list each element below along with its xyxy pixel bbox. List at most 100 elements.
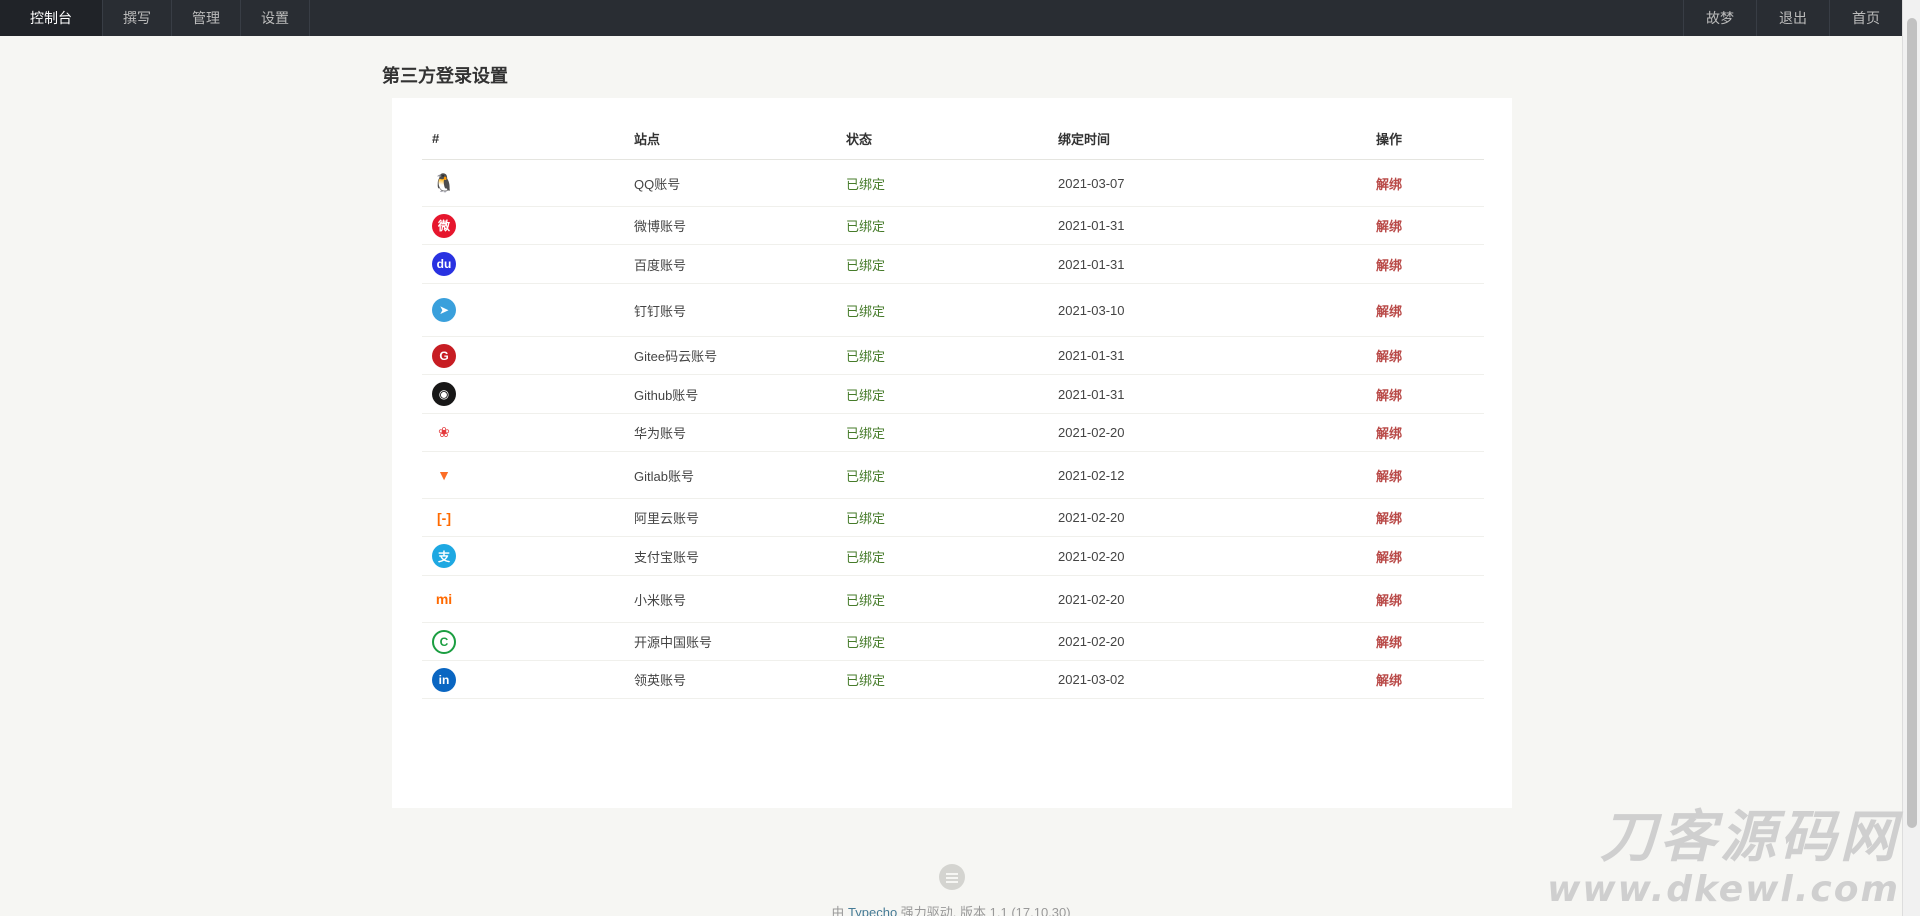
row-status: 已绑定 xyxy=(846,635,886,650)
table-row: [-] 阿里云账号 已绑定 2021-02-20 解绑 xyxy=(422,499,1484,537)
row-site: 开源中国账号 xyxy=(634,635,713,650)
aliyun-icon: [-] xyxy=(437,509,451,526)
row-status: 已绑定 xyxy=(846,387,886,403)
page-title: 第三方登录设置 xyxy=(382,66,508,86)
row-status: 已绑定 xyxy=(846,673,886,688)
row-site: 微博账号 xyxy=(634,219,687,234)
table-row: ▼ Gitlab账号 已绑定 2021-02-12 解绑 xyxy=(422,452,1484,499)
nav-item-right-1[interactable]: 退出 xyxy=(1756,0,1829,36)
row-icon-cell: 🐧 xyxy=(422,171,634,195)
row-icon-cell: G xyxy=(422,343,634,368)
table-row: G Gitee码云账号 已绑定 2021-01-31 解绑 xyxy=(422,337,1484,375)
table-row: 微 微博账号 已绑定 2021-01-31 解绑 xyxy=(422,207,1484,245)
nav-right-group: 故梦 退出 首页 xyxy=(1683,0,1902,36)
table-row: 🐧 QQ账号 已绑定 2021-03-07 解绑 xyxy=(422,160,1484,207)
table-row: in 领英账号 已绑定 2021-03-02 解绑 xyxy=(422,661,1484,699)
binding-table: # 站点 状态 绑定时间 操作 🐧 QQ账号 已绑定 2021-03-07 解绑微微博账… xyxy=(422,118,1484,699)
nav-item-left-2[interactable]: 管理 xyxy=(172,0,241,36)
table-row: du 百度账号 已绑定 2021-01-31 解绑 xyxy=(422,245,1484,284)
row-site: 小米账号 xyxy=(634,592,687,608)
page-scrollbar[interactable] xyxy=(1902,0,1920,916)
unbind-link[interactable]: 解绑 xyxy=(1376,466,1484,485)
table-row: 支 支付宝账号 已绑定 2021-02-20 解绑 xyxy=(422,537,1484,576)
row-icon-cell: [-] xyxy=(422,506,634,530)
linkedin-icon: in xyxy=(432,667,456,692)
row-status: 已绑定 xyxy=(846,549,886,565)
row-time: 2021-01-31 xyxy=(1058,256,1125,272)
row-time: 2021-02-20 xyxy=(1058,634,1125,649)
row-icon-cell: C xyxy=(422,629,634,654)
huawei-icon: ❀ xyxy=(438,424,450,440)
row-site: QQ账号 xyxy=(634,176,681,192)
row-icon-cell: ❀ xyxy=(422,421,634,445)
unbind-link[interactable]: 解绑 xyxy=(1376,670,1484,689)
typecho-logo-icon xyxy=(939,864,965,890)
unbind-link[interactable]: 解绑 xyxy=(1376,508,1484,527)
footer-prefix: 由 xyxy=(831,905,849,916)
row-icon-cell: 支 xyxy=(422,544,634,568)
row-site: 百度账号 xyxy=(634,257,687,273)
scrollbar-thumb[interactable] xyxy=(1907,18,1917,828)
unbind-link[interactable]: 解绑 xyxy=(1376,590,1484,609)
row-status: 已绑定 xyxy=(846,468,886,484)
row-time: 2021-02-20 xyxy=(1058,591,1125,607)
row-icon-cell: in xyxy=(422,667,634,692)
row-site: 支付宝账号 xyxy=(634,549,700,565)
unbind-link[interactable]: 解绑 xyxy=(1376,423,1484,442)
row-time: 2021-02-20 xyxy=(1058,425,1125,440)
unbind-link[interactable]: 解绑 xyxy=(1376,547,1484,566)
table-row: C 开源中国账号 已绑定 2021-02-20 解绑 xyxy=(422,623,1484,661)
weibo-icon: 微 xyxy=(432,213,456,238)
unbind-link[interactable]: 解绑 xyxy=(1376,174,1484,193)
unbind-link[interactable]: 解绑 xyxy=(1376,632,1484,651)
row-time: 2021-01-31 xyxy=(1058,348,1125,363)
row-time: 2021-03-02 xyxy=(1058,672,1125,687)
top-nav-bar: 控制台 撰写 管理 设置 故梦 退出 首页 xyxy=(0,0,1902,36)
typecho-link[interactable]: Typecho xyxy=(848,905,897,916)
unbind-link[interactable]: 解绑 xyxy=(1376,346,1484,365)
row-time: 2021-02-20 xyxy=(1058,510,1125,525)
table-row: ❀ 华为账号 已绑定 2021-02-20 解绑 xyxy=(422,414,1484,452)
nav-left-group: 控制台 撰写 管理 设置 xyxy=(0,0,310,36)
nav-item-left-1[interactable]: 撰写 xyxy=(103,0,172,36)
gitee-icon: G xyxy=(432,343,456,368)
row-site: 领英账号 xyxy=(634,673,687,688)
alipay-icon: 支 xyxy=(432,544,456,568)
oschina-icon: C xyxy=(432,629,456,654)
unbind-link[interactable]: 解绑 xyxy=(1376,385,1484,404)
row-site: Gitee码云账号 xyxy=(634,349,718,364)
row-time: 2021-03-07 xyxy=(1058,175,1125,191)
unbind-link[interactable]: 解绑 xyxy=(1376,301,1484,320)
table-row: ◉ Github账号 已绑定 2021-01-31 解绑 xyxy=(422,375,1484,414)
github-icon: ◉ xyxy=(432,382,456,406)
row-icon-cell: du xyxy=(422,252,634,276)
row-status: 已绑定 xyxy=(846,219,886,234)
row-icon-cell: ▼ xyxy=(422,463,634,487)
watermark-line2: www.dkewl.com xyxy=(1547,869,1900,910)
nav-item-right-0[interactable]: 故梦 xyxy=(1683,0,1756,36)
unbind-link[interactable]: 解绑 xyxy=(1376,255,1484,274)
nav-item-left-3[interactable]: 设置 xyxy=(241,0,310,36)
row-status: 已绑定 xyxy=(846,349,886,364)
oauth-binding-card: # 站点 状态 绑定时间 操作 🐧 QQ账号 已绑定 2021-03-07 解绑微微博账… xyxy=(392,98,1512,808)
nav-item-right-2[interactable]: 首页 xyxy=(1829,0,1902,36)
row-site: 阿里云账号 xyxy=(634,511,700,526)
row-status: 已绑定 xyxy=(846,426,886,441)
table-header-row: # 站点 状态 绑定时间 操作 xyxy=(422,118,1484,160)
table-body: 🐧 QQ账号 已绑定 2021-03-07 解绑微微博账号 已绑定 2021-01-31 解绑… xyxy=(422,160,1484,699)
header-site: 站点 xyxy=(634,132,661,147)
row-status: 已绑定 xyxy=(846,592,886,608)
row-icon-cell: 微 xyxy=(422,213,634,238)
row-site: Gitlab账号 xyxy=(634,468,694,484)
row-site: Github账号 xyxy=(634,387,699,403)
baidu-icon: du xyxy=(432,252,456,276)
row-status: 已绑定 xyxy=(846,176,886,192)
watermark-line1: 刀客源码网 xyxy=(1600,805,1900,870)
unbind-link[interactable]: 解绑 xyxy=(1376,216,1484,235)
row-status: 已绑定 xyxy=(846,257,886,273)
gitlab-icon: ▼ xyxy=(437,467,451,483)
xiaomi-icon: mi xyxy=(435,591,453,607)
row-time: 2021-02-20 xyxy=(1058,548,1125,564)
nav-item-left-0[interactable]: 控制台 xyxy=(0,0,103,36)
dingtalk-icon: ➤ xyxy=(432,298,456,322)
